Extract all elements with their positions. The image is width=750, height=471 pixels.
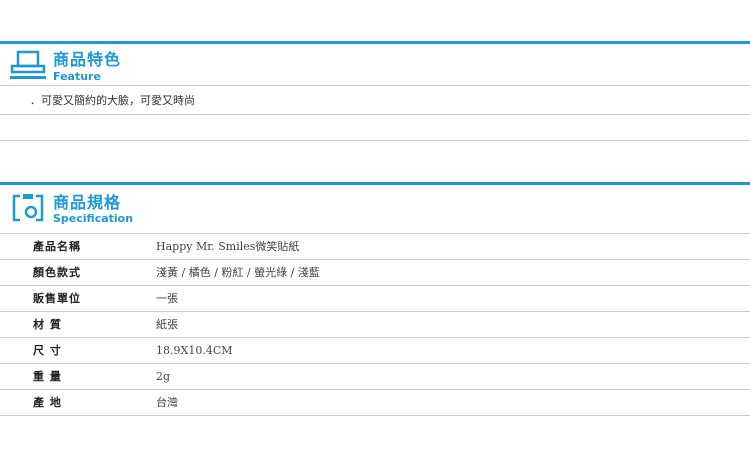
- feature-header: 商品特色 Feature: [0, 41, 750, 85]
- printer-icon: [10, 50, 46, 79]
- spec-header: 商品規格 Specification: [0, 182, 750, 226]
- spec-row-material: 材 質 紙張: [0, 312, 750, 338]
- spec-row-name: 產品名稱 Happy Mr. Smiles微笑貼紙: [0, 234, 750, 260]
- spec-value: 紙張: [156, 318, 178, 331]
- camera-frame-icon: [12, 194, 44, 222]
- spec-title: 商品規格: [53, 193, 122, 212]
- spec-label: 材 質: [33, 318, 62, 331]
- spec-label: 產品名稱: [33, 240, 81, 253]
- spec-label: 重 量: [33, 370, 62, 383]
- spec-label: 產 地: [33, 396, 62, 409]
- feature-description: ．可愛又簡約的大臉，可愛又時尚: [30, 94, 195, 107]
- spec-value: 18.9X10.4CM: [156, 344, 233, 357]
- divider: [0, 140, 750, 141]
- feature-title: 商品特色: [53, 50, 122, 69]
- spec-value: 台灣: [156, 396, 178, 409]
- spec-value: 一張: [156, 292, 178, 305]
- spec-label: 顏色款式: [33, 266, 81, 279]
- spec-row-origin: 產 地 台灣: [0, 390, 750, 416]
- spec-label: 販售單位: [33, 292, 81, 305]
- feature-subtitle: Feature: [53, 70, 101, 83]
- spec-row-weight: 重 量 2g: [0, 364, 750, 390]
- spec-value: Happy Mr. Smiles微笑貼紙: [156, 240, 300, 253]
- spec-row-size: 尺 寸 18.9X10.4CM: [0, 338, 750, 364]
- spec-row-color: 顏色款式 淺黃 / 橘色 / 粉紅 / 螢光綠 / 淺藍: [0, 260, 750, 286]
- spec-value: 2g: [156, 370, 171, 383]
- divider: [0, 85, 750, 86]
- spec-label: 尺 寸: [33, 344, 62, 357]
- divider: [0, 114, 750, 115]
- spec-value: 淺黃 / 橘色 / 粉紅 / 螢光綠 / 淺藍: [156, 266, 320, 279]
- spec-subtitle: Specification: [53, 212, 134, 225]
- spec-row-unit: 販售單位 一張: [0, 286, 750, 312]
